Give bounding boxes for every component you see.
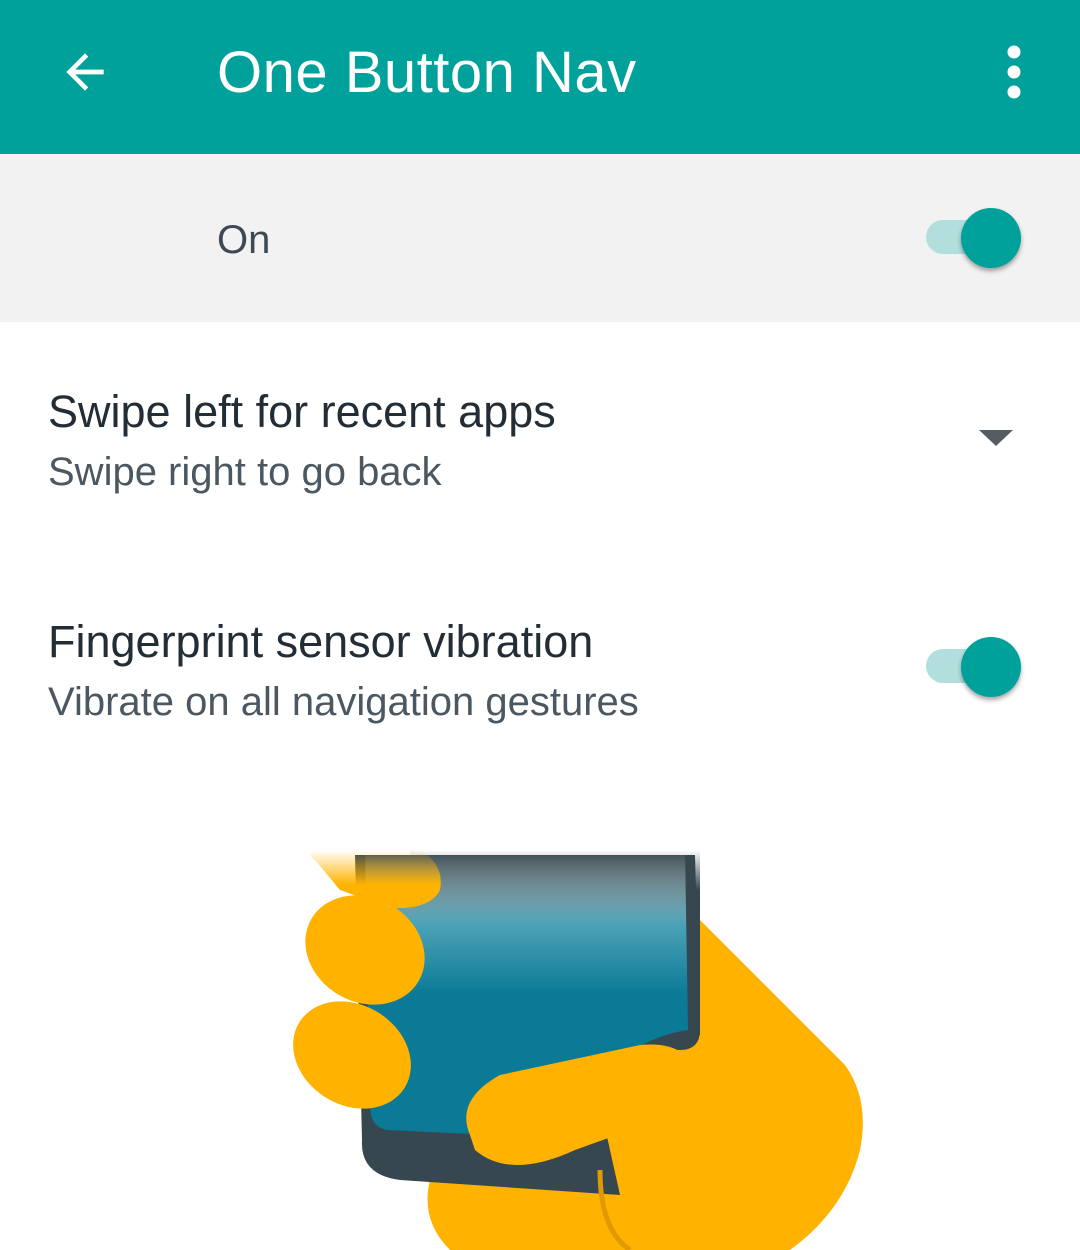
- swipe-direction-preference[interactable]: Swipe left for recent apps Swipe right t…: [0, 384, 1080, 534]
- switch-thumb: [961, 208, 1021, 268]
- preference-summary: Swipe right to go back: [48, 450, 442, 494]
- fingerprint-vibration-preference[interactable]: Fingerprint sensor vibration Vibrate on …: [0, 614, 1080, 764]
- more-vert-icon: [1007, 45, 1021, 99]
- master-toggle-switch[interactable]: [926, 206, 1022, 268]
- hand-holding-phone-illustration: [293, 850, 863, 1250]
- fingerprint-vibration-switch[interactable]: [926, 635, 1022, 697]
- preference-summary: Vibrate on all navigation gestures: [48, 680, 639, 724]
- dropdown-arrow-icon[interactable]: [975, 426, 1017, 450]
- switch-thumb: [961, 637, 1021, 697]
- overflow-menu-button[interactable]: [980, 32, 1048, 112]
- app-bar: One Button Nav: [0, 0, 1080, 154]
- page-title: One Button Nav: [217, 40, 637, 105]
- preference-title: Swipe left for recent apps: [48, 386, 556, 437]
- arrow-back-icon: [66, 53, 104, 91]
- master-switch-row[interactable]: On: [0, 154, 1080, 322]
- master-switch-label: On: [217, 218, 271, 262]
- preference-title: Fingerprint sensor vibration: [48, 616, 594, 667]
- back-button[interactable]: [40, 30, 130, 114]
